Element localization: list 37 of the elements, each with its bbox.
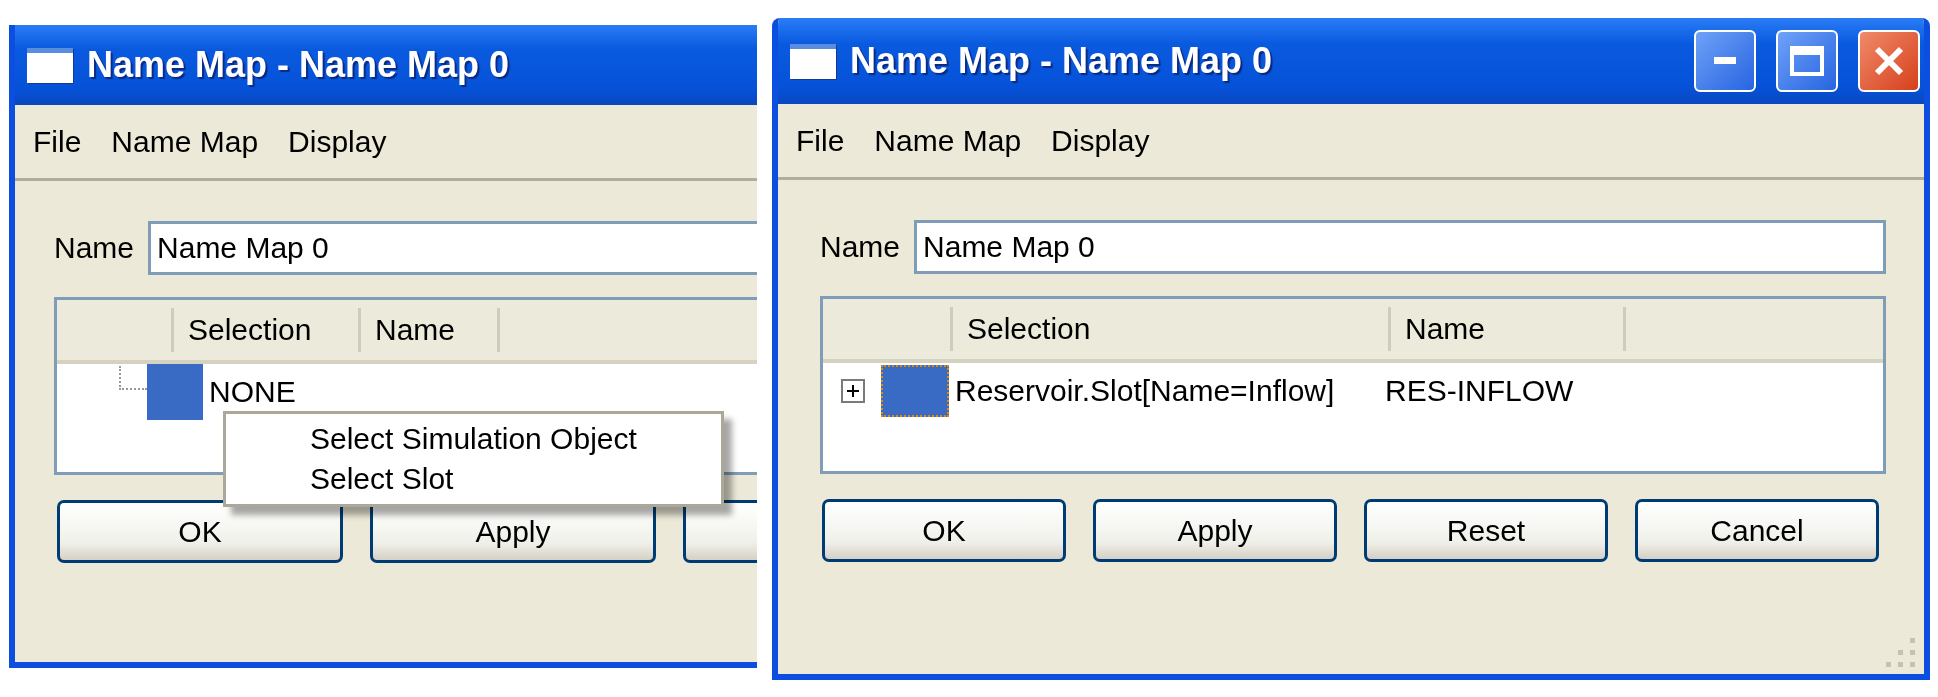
expand-icon[interactable] <box>841 379 865 403</box>
name-field[interactable]: Name Map 0 <box>914 220 1886 274</box>
dialog-button[interactable]: OK <box>822 499 1066 562</box>
table-cell-text: Reservoir.Slot[Name=Inflow] <box>954 374 1336 408</box>
window-icon <box>790 43 836 79</box>
dialog-button[interactable]: Apply <box>1093 499 1337 562</box>
table-cell-text: NONE <box>208 375 297 409</box>
menu-item[interactable]: Name Map <box>111 124 259 159</box>
window-title: Name Map - Name Map 0 <box>850 40 1274 82</box>
column-header[interactable]: Selection <box>953 307 1391 351</box>
maximize-icon <box>1790 46 1824 76</box>
table-cell-text: RES-INFLOW <box>1384 374 1575 408</box>
column-header[interactable]: Selection <box>174 308 361 352</box>
window-title: Name Map - Name Map 0 <box>87 44 511 86</box>
dialog-button[interactable]: OK <box>57 500 343 563</box>
menu-item[interactable]: Select Simulation Object <box>226 422 721 456</box>
minimize-icon <box>1714 57 1736 65</box>
color-swatch[interactable] <box>147 364 203 420</box>
menu-item[interactable]: Display <box>288 124 387 159</box>
name-label: Name <box>820 230 901 264</box>
menu-item[interactable]: Name Map <box>874 123 1022 158</box>
dialog-button[interactable]: Reset <box>1364 499 1608 562</box>
menu-item[interactable]: File <box>33 124 82 159</box>
name-field[interactable]: Name Map 0 <box>148 221 757 275</box>
maximize-button[interactable] <box>1776 30 1838 92</box>
column-header[interactable]: Name <box>1391 307 1626 351</box>
close-icon <box>1873 45 1905 77</box>
close-button[interactable] <box>1858 30 1920 92</box>
dialog-button[interactable]: Cancel <box>1635 499 1879 562</box>
menu-item[interactable]: File <box>796 123 845 158</box>
minimize-button[interactable] <box>1694 30 1756 92</box>
column-header[interactable]: Name <box>361 308 500 352</box>
color-swatch[interactable] <box>881 365 949 417</box>
name-label: Name <box>54 231 135 265</box>
menu-item[interactable]: Display <box>1051 123 1150 158</box>
menu-item[interactable]: Select Slot <box>226 462 721 496</box>
window-icon <box>27 47 73 83</box>
